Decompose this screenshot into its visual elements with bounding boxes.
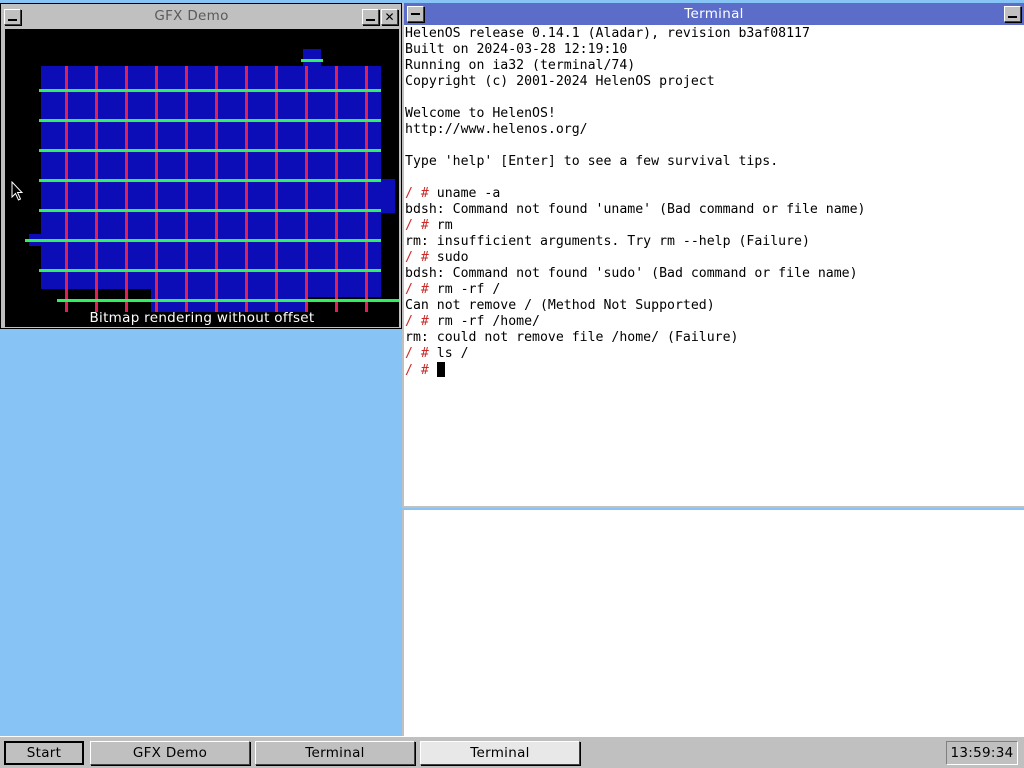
terminal-command-line: / # rm -rf /home/ xyxy=(405,314,1024,330)
shell-prompt: / # xyxy=(405,363,429,378)
terminal-command-line: / # sudo xyxy=(405,250,1024,266)
terminal-command-line: / # ls / xyxy=(405,346,1024,362)
terminal-output-line: Copyright (c) 2001-2024 HelenOS project xyxy=(405,74,715,89)
taskbar-item-gfx-demo[interactable]: GFX Demo xyxy=(90,741,250,765)
terminal-output-line: Running on ia32 (terminal/74) xyxy=(405,58,636,73)
shell-prompt: / # xyxy=(405,186,429,201)
terminal-output-line: http://www.helenos.org/ xyxy=(405,122,588,137)
terminal-command-line: / # rm -rf / xyxy=(405,282,1024,298)
taskbar: Start GFX Demo Terminal Terminal 13:59:3… xyxy=(0,736,1024,768)
vertical-line xyxy=(185,66,188,312)
bitmap-fragment xyxy=(381,179,395,213)
terminal-output-line: bdsh: Command not found 'sudo' (Bad comm… xyxy=(405,266,858,281)
vertical-line xyxy=(305,66,308,312)
command-text: sudo xyxy=(436,250,469,265)
terminal-window[interactable]: Terminal HelenOS release 0.14.1 (Aladar)… xyxy=(402,3,1024,508)
command-text: uname -a xyxy=(436,186,501,201)
minimize-icon[interactable] xyxy=(4,8,21,25)
horizontal-line-fragment xyxy=(25,239,39,242)
minimize-icon[interactable] xyxy=(1004,6,1021,22)
vertical-line xyxy=(215,66,218,312)
clock: 13:59:34 xyxy=(946,741,1018,765)
gfx-caption: Bitmap rendering without offset xyxy=(89,310,315,326)
terminal-output-line: Can not remove / (Method Not Supported) xyxy=(405,298,715,313)
shell-prompt: / # xyxy=(405,346,429,361)
shell-prompt: / # xyxy=(405,218,429,233)
vertical-line xyxy=(365,66,368,312)
horizontal-line xyxy=(39,149,381,152)
text-cursor xyxy=(436,362,445,377)
horizontal-line xyxy=(39,89,381,92)
vertical-line xyxy=(65,66,68,312)
start-button[interactable]: Start xyxy=(4,741,84,765)
terminal-command-line: / # xyxy=(405,362,1024,378)
horizontal-line xyxy=(39,239,381,242)
mouse-pointer-icon xyxy=(11,181,24,201)
gfx-demo-window[interactable]: GFX Demo ✕ Bitmap rendering without offs… xyxy=(0,3,402,329)
horizontal-line xyxy=(57,299,399,302)
bitmap-render xyxy=(25,49,399,312)
close-icon[interactable]: ✕ xyxy=(381,8,398,25)
horizontal-line xyxy=(39,119,381,122)
terminal-output-line: rm: insufficient arguments. Try rm --hel… xyxy=(405,234,810,249)
command-text: rm -rf /home/ xyxy=(436,314,540,329)
terminal-output-line: HelenOS release 0.14.1 (Aladar), revisio… xyxy=(405,26,810,41)
horizontal-line xyxy=(39,209,381,212)
terminal-output-line: bdsh: Command not found 'uname' (Bad com… xyxy=(405,202,866,217)
minimize-icon[interactable] xyxy=(362,8,379,25)
vertical-line xyxy=(275,66,278,312)
taskbar-item-terminal[interactable]: Terminal xyxy=(420,741,580,765)
horizontal-line xyxy=(39,269,381,272)
terminal-pane-inactive[interactable] xyxy=(402,510,1024,736)
taskbar-item-terminal[interactable]: Terminal xyxy=(255,741,415,765)
vertical-line xyxy=(95,66,98,312)
vertical-line xyxy=(125,66,128,312)
command-text: rm xyxy=(436,218,453,233)
terminal-output-line: Welcome to HelenOS! xyxy=(405,106,556,121)
vertical-line xyxy=(335,66,338,312)
terminal-titlebar[interactable]: Terminal xyxy=(404,3,1024,25)
command-text: rm -rf / xyxy=(436,282,501,297)
terminal-output-line: Built on 2024-03-28 12:19:10 xyxy=(405,42,628,57)
gfx-demo-titlebar[interactable]: GFX Demo ✕ xyxy=(3,6,399,27)
terminal-command-line: / # rm xyxy=(405,218,1024,234)
shell-prompt: / # xyxy=(405,250,429,265)
vertical-line xyxy=(245,66,248,312)
terminal-output[interactable]: HelenOS release 0.14.1 (Aladar), revisio… xyxy=(405,25,1024,506)
vertical-line xyxy=(155,66,158,312)
command-text: ls / xyxy=(436,346,469,361)
horizontal-line xyxy=(39,179,381,182)
horizontal-line-fragment xyxy=(301,59,323,62)
shell-prompt: / # xyxy=(405,314,429,329)
terminal-output-line: rm: could not remove file /home/ (Failur… xyxy=(405,330,739,345)
terminal-output-line: Type 'help' [Enter] to see a few surviva… xyxy=(405,154,779,169)
terminal-command-line: / # uname -a xyxy=(405,186,1024,202)
minimize-icon[interactable] xyxy=(407,6,424,22)
bitmap-fragment xyxy=(303,49,321,67)
bitmap-body xyxy=(41,66,381,312)
gfx-canvas: Bitmap rendering without offset xyxy=(5,29,399,327)
window-title: Terminal xyxy=(684,5,744,22)
shell-prompt: / # xyxy=(405,282,429,297)
window-title: GFX Demo xyxy=(154,8,229,24)
